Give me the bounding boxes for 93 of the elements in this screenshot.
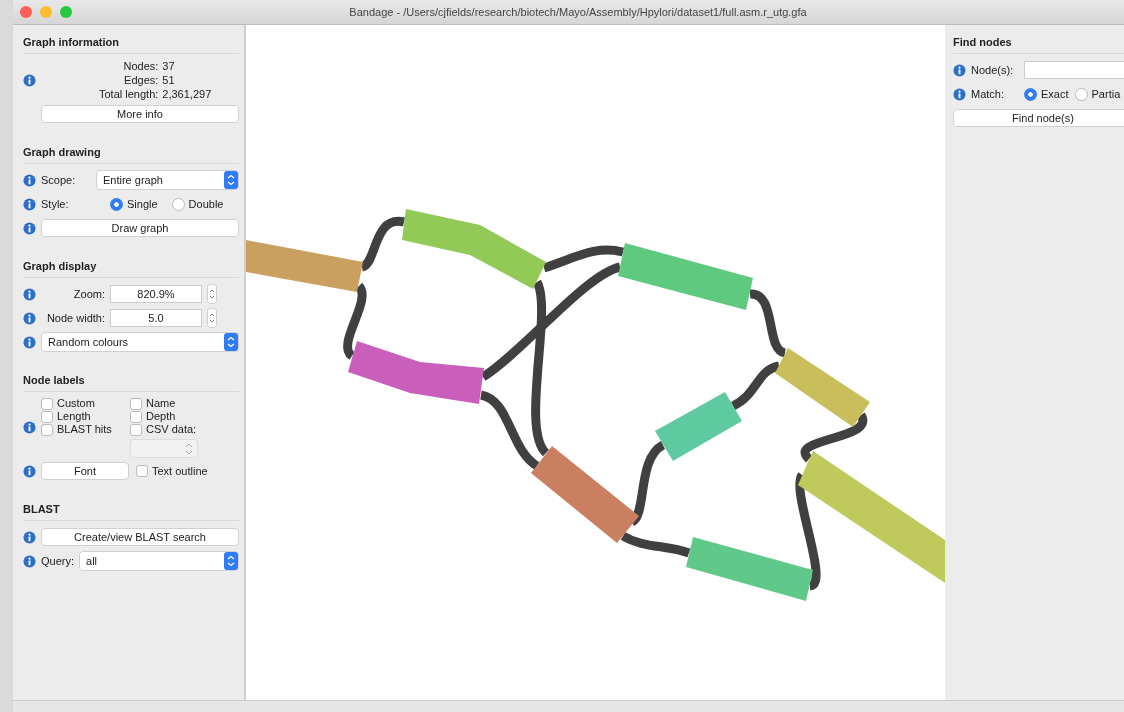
graph-node[interactable] [618, 243, 753, 310]
font-button[interactable]: Font [41, 462, 129, 480]
stepper-icon[interactable] [207, 284, 217, 304]
graph-edge[interactable] [749, 289, 787, 358]
graph-node[interactable] [246, 240, 363, 292]
scope-label: Scope: [41, 174, 77, 186]
info-icon[interactable] [23, 464, 36, 478]
graph-edge[interactable] [730, 361, 781, 410]
section-heading: Graph display [23, 257, 239, 278]
stat-value: 2,361,297 [162, 87, 212, 101]
checkbox[interactable] [130, 410, 142, 423]
info-icon[interactable] [23, 554, 36, 568]
info-icon[interactable] [953, 63, 966, 77]
stat-label: Nodes: [122, 59, 159, 73]
info-icon[interactable] [23, 221, 36, 235]
graph-node[interactable] [531, 446, 639, 543]
radio-label[interactable]: Single [127, 198, 158, 210]
radio-button[interactable] [110, 197, 123, 211]
graph-edge[interactable] [542, 245, 624, 273]
checkbox[interactable] [41, 423, 53, 436]
stat-value: 37 [162, 59, 176, 73]
query-dropdown[interactable]: all [79, 551, 239, 571]
draw-graph-button[interactable]: Draw graph [41, 219, 239, 237]
checkbox-label[interactable]: CSV data: [146, 423, 197, 436]
checkbox[interactable] [41, 410, 53, 423]
info-icon[interactable] [23, 421, 36, 434]
radio-button[interactable] [1024, 87, 1037, 101]
nodes-field[interactable] [1024, 61, 1124, 79]
graph-edge[interactable] [800, 413, 868, 462]
stat-label: Total length: [99, 87, 159, 101]
graph-canvas[interactable] [246, 25, 945, 700]
query-label: Query: [41, 555, 74, 567]
info-icon[interactable] [23, 311, 36, 325]
zoom-field[interactable]: 820.9% [110, 285, 202, 303]
stat-value: 51 [162, 73, 176, 87]
radio-label[interactable]: Exact [1041, 88, 1069, 100]
match-label: Match: [971, 88, 1005, 100]
info-icon[interactable] [23, 173, 36, 187]
style-label: Style: [41, 198, 70, 210]
stepper-icon [185, 441, 193, 456]
graph-node[interactable] [348, 341, 484, 404]
graph-edge[interactable] [360, 217, 405, 272]
dropdown-arrow-icon[interactable] [224, 552, 238, 570]
info-icon[interactable] [23, 197, 36, 211]
radio-label[interactable]: Double [188, 198, 224, 210]
section-heading: Find nodes [953, 33, 1124, 54]
info-icon[interactable] [953, 87, 966, 101]
info-icon[interactable] [23, 335, 36, 349]
stepper-icon[interactable] [207, 308, 217, 328]
graph-node[interactable] [798, 451, 945, 583]
find-nodes-button[interactable]: Find node(s) [953, 109, 1124, 127]
checkbox-label[interactable]: Custom [57, 397, 95, 410]
checkbox[interactable] [41, 397, 53, 410]
info-icon[interactable] [23, 287, 36, 301]
window-title: Bandage - /Users/cjfields/research/biotech/Mayo/Assembly/Hpylori/dataset1/full.asm.r_utg.gfa [348, 6, 808, 18]
dropdown-arrow-icon[interactable] [224, 333, 238, 351]
stat-label: Edges: [123, 73, 159, 87]
colour-scheme-dropdown[interactable]: Random colours [41, 332, 239, 352]
graph-edge[interactable] [531, 280, 550, 456]
checkbox[interactable] [130, 423, 142, 436]
graph-edge[interactable] [480, 262, 622, 381]
radio-button[interactable] [171, 197, 185, 211]
info-icon[interactable] [23, 73, 36, 87]
graph-edge[interactable] [343, 283, 367, 360]
checkbox[interactable] [136, 465, 148, 477]
graph-node[interactable] [402, 209, 546, 289]
blast-search-button[interactable]: Create/view BLAST search [41, 528, 239, 546]
graph-node[interactable] [775, 348, 870, 427]
radio-button[interactable] [1074, 87, 1088, 101]
checkbox-label[interactable]: Text outline [152, 465, 208, 477]
zoom-label: Zoom: [72, 288, 105, 300]
graph-edge[interactable] [620, 532, 691, 558]
radio-label[interactable]: Partia [1091, 88, 1121, 100]
section-heading: BLAST [23, 500, 239, 521]
checkbox-label[interactable]: Length [57, 410, 91, 423]
nodes-label: Node(s): [971, 64, 1015, 76]
dropdown-arrow-icon[interactable] [224, 171, 238, 189]
graph-node[interactable] [686, 537, 813, 601]
scope-dropdown[interactable]: Entire graph [96, 170, 239, 190]
checkbox[interactable] [130, 397, 142, 410]
node-width-field[interactable]: 5.0 [110, 309, 202, 327]
section-heading: Graph information [23, 33, 239, 54]
node-width-label: Node width: [45, 312, 105, 324]
info-icon[interactable] [23, 530, 36, 544]
graph-edge[interactable] [479, 390, 540, 470]
section-heading: Graph drawing [23, 143, 239, 164]
checkbox-label[interactable]: BLAST hits [57, 423, 112, 436]
checkbox-label[interactable]: Name [146, 397, 176, 410]
more-info-button[interactable]: More info [41, 105, 239, 123]
checkbox-label[interactable]: Depth [146, 410, 176, 423]
graph-node[interactable] [655, 392, 742, 461]
section-heading: Node labels [23, 371, 239, 392]
graph-edge[interactable] [795, 473, 821, 590]
